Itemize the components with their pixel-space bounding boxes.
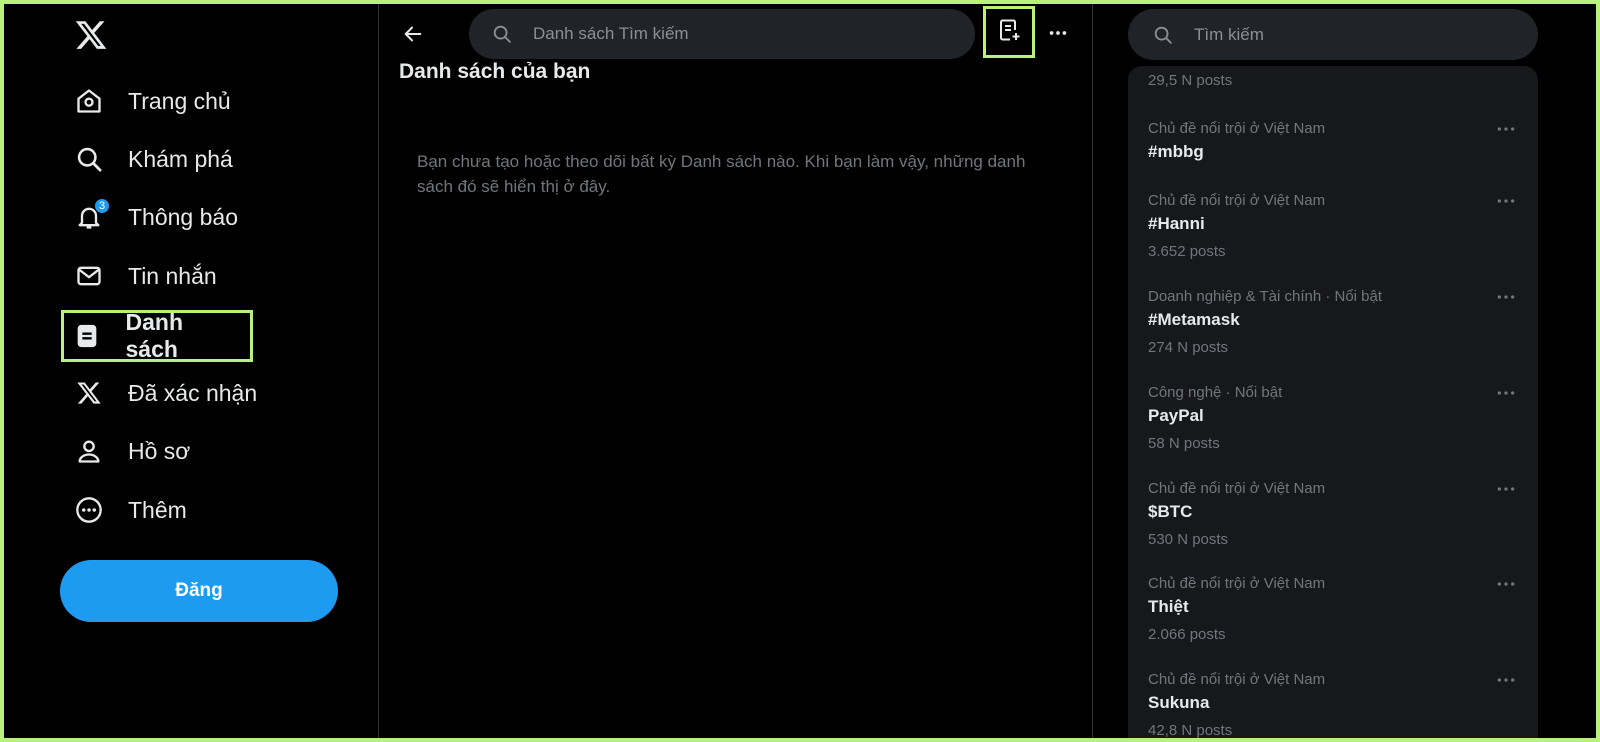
sidebar: Trang chủ Khám phá 3 Thông báo Tin nhắn bbox=[4, 4, 378, 738]
search-box[interactable] bbox=[1128, 9, 1538, 60]
sidebar-item-profile[interactable]: Hồ sơ bbox=[66, 428, 200, 474]
trend-category: Chủ đề nổi trội ở Việt Nam bbox=[1148, 671, 1326, 688]
sidebar-item-label: Trang chủ bbox=[128, 87, 231, 114]
trend-count: 42,8 N posts bbox=[1148, 722, 1233, 739]
trend-category: Chủ đề nổi trội ở Việt Nam bbox=[1148, 192, 1326, 209]
more-options-icon[interactable] bbox=[1494, 288, 1518, 306]
new-list-icon bbox=[997, 18, 1021, 47]
sidebar-item-label: Đã xác nhận bbox=[128, 379, 258, 406]
bell-icon: 3 bbox=[74, 198, 110, 232]
more-options-icon[interactable] bbox=[1041, 16, 1075, 50]
app-window: Trang chủ Khám phá 3 Thông báo Tin nhắn bbox=[0, 0, 1600, 742]
sidebar-item-label: Khám phá bbox=[128, 145, 233, 172]
sidebar-item-lists[interactable]: Danh sách bbox=[61, 309, 253, 362]
trend-count: 530 N posts bbox=[1148, 531, 1229, 548]
sidebar-item-label: Thêm bbox=[128, 496, 187, 523]
trend-name: $BTC bbox=[1148, 502, 1193, 521]
x-logo-icon bbox=[74, 378, 104, 408]
sidebar-item-more[interactable]: Thêm bbox=[66, 487, 197, 533]
sidebar-item-label: Danh sách bbox=[125, 309, 184, 362]
trend-count: 274 N posts bbox=[1148, 339, 1229, 356]
list-search-box[interactable] bbox=[469, 9, 975, 59]
trend-count: 2.066 posts bbox=[1148, 626, 1226, 643]
sidebar-item-label: Thông báo bbox=[128, 203, 238, 230]
trend-count: 29,5 N posts bbox=[1148, 72, 1233, 89]
notification-badge: 3 bbox=[94, 198, 110, 214]
create-list-button[interactable] bbox=[983, 6, 1035, 58]
more-options-icon[interactable] bbox=[1494, 120, 1518, 138]
more-options-icon[interactable] bbox=[1494, 671, 1518, 689]
list-search-input[interactable] bbox=[533, 24, 933, 44]
trend-name: #Metamask bbox=[1148, 310, 1240, 329]
search-icon bbox=[491, 23, 513, 45]
trend-category: Doanh nghiệp & Tài chính · Nổi bật bbox=[1148, 288, 1383, 305]
more-options-icon[interactable] bbox=[1494, 480, 1518, 498]
search-icon bbox=[74, 144, 104, 174]
sidebar-item-explore[interactable]: Khám phá bbox=[66, 136, 243, 182]
mail-icon bbox=[74, 261, 104, 291]
search-icon bbox=[1152, 24, 1174, 46]
trend-name: #Hanni bbox=[1148, 214, 1205, 233]
right-column: 29,5 N posts Chủ đề nổi trội ở Việt Nam … bbox=[1093, 4, 1596, 739]
home-icon bbox=[74, 86, 104, 116]
empty-state-message: Bạn chưa tạo hoặc theo dõi bất kỳ Danh s… bbox=[417, 152, 1026, 196]
back-arrow-icon[interactable] bbox=[395, 16, 431, 52]
more-options-icon[interactable] bbox=[1494, 384, 1518, 402]
more-circle-icon bbox=[74, 495, 104, 525]
search-input[interactable] bbox=[1194, 24, 1514, 45]
trend-name: Thiệt bbox=[1148, 597, 1189, 616]
post-button[interactable]: Đăng bbox=[60, 560, 338, 622]
x-logo-icon[interactable] bbox=[74, 18, 108, 52]
list-icon bbox=[72, 321, 102, 351]
trend-count: 3.652 posts bbox=[1148, 243, 1226, 260]
page-title: Danh sách của bạn bbox=[399, 60, 591, 83]
trend-category: Chủ đề nổi trội ở Việt Nam bbox=[1148, 480, 1326, 497]
trend-category: Chủ đề nổi trội ở Việt Nam bbox=[1148, 120, 1326, 137]
main-column: Danh sách của bạn Bạn chưa tạo hoặc theo… bbox=[379, 4, 1092, 738]
sidebar-item-messages[interactable]: Tin nhắn bbox=[66, 253, 227, 299]
sidebar-item-verified[interactable]: Đã xác nhận bbox=[66, 370, 267, 416]
sidebar-item-home[interactable]: Trang chủ bbox=[66, 78, 241, 124]
trend-count: 58 N posts bbox=[1148, 435, 1220, 452]
trend-category: Công nghệ · Nổi bật bbox=[1148, 384, 1283, 401]
sidebar-item-label: Hồ sơ bbox=[128, 437, 191, 464]
trend-name: Sukuna bbox=[1148, 693, 1210, 712]
trend-name: PayPal bbox=[1148, 406, 1204, 425]
more-options-icon[interactable] bbox=[1494, 575, 1518, 593]
trends-panel: 29,5 N posts Chủ đề nổi trội ở Việt Nam … bbox=[1128, 66, 1538, 739]
profile-icon bbox=[74, 436, 104, 466]
sidebar-item-notifications[interactable]: 3 Thông báo bbox=[66, 194, 248, 240]
sidebar-item-label: Tin nhắn bbox=[128, 262, 217, 289]
more-options-icon[interactable] bbox=[1494, 192, 1518, 210]
trend-category: Chủ đề nổi trội ở Việt Nam bbox=[1148, 575, 1326, 592]
trend-name: #mbbg bbox=[1148, 142, 1204, 161]
